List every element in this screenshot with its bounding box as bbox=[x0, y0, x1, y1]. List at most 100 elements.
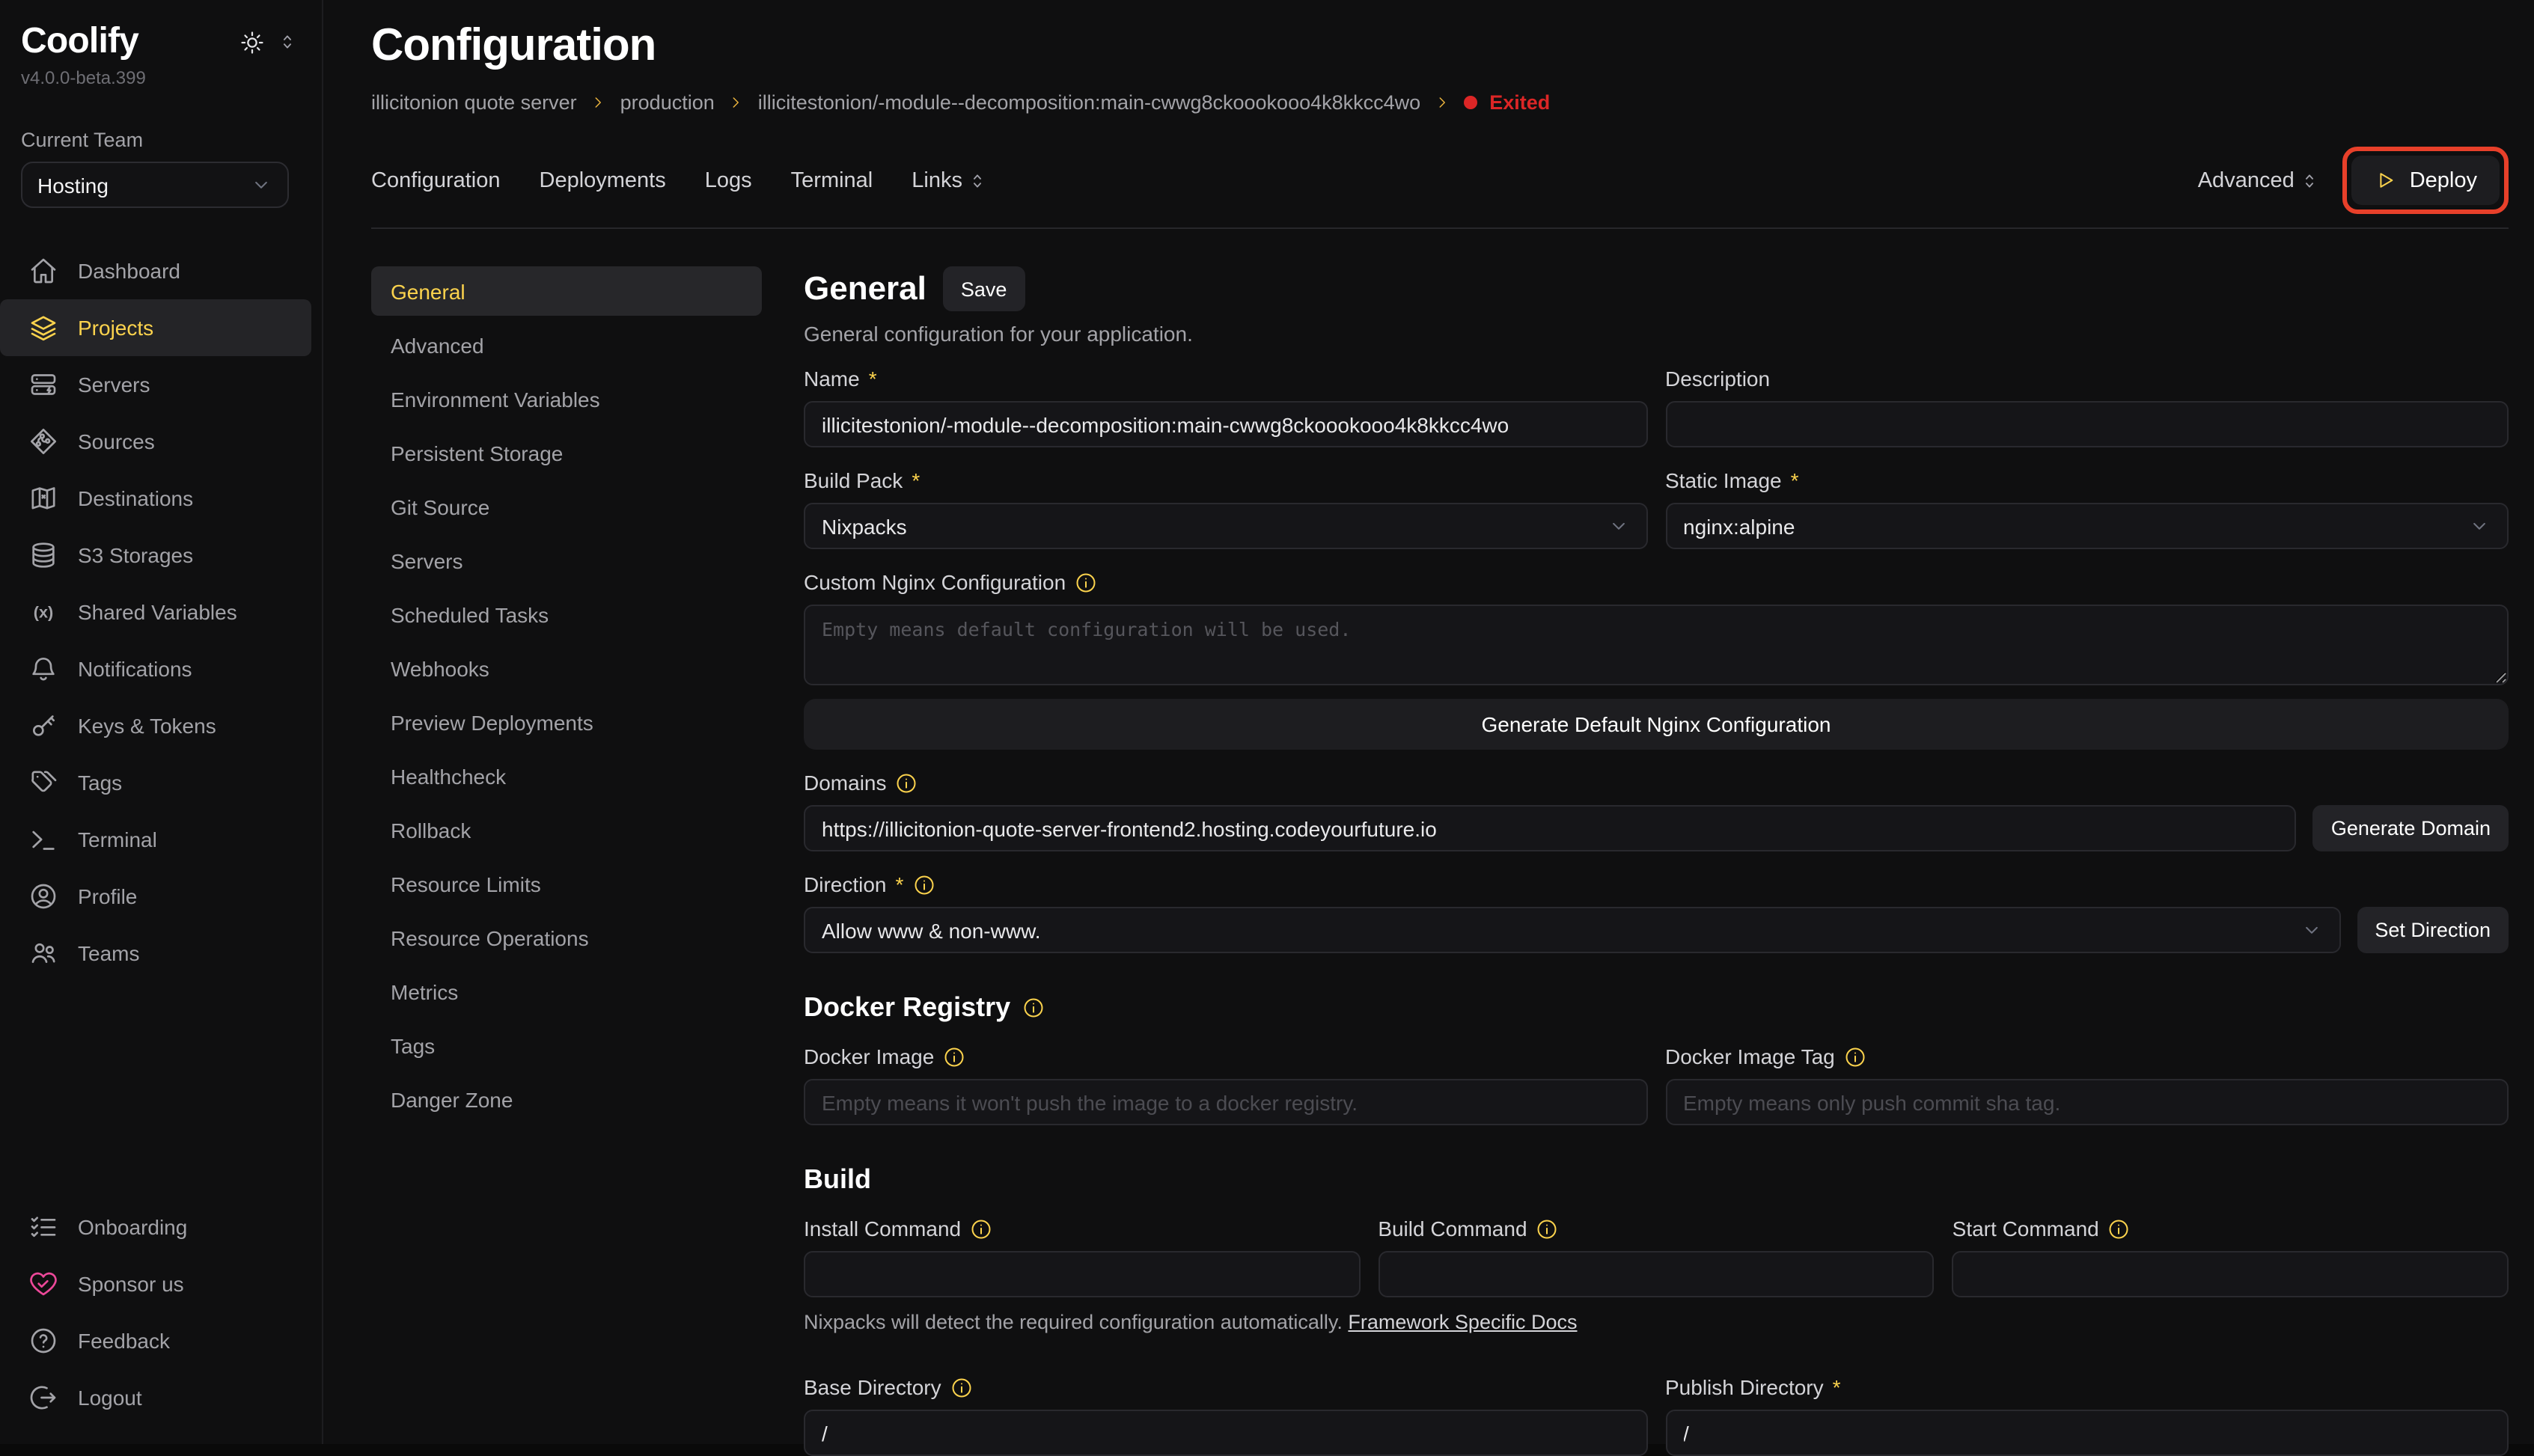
subnav-item[interactable]: Tags bbox=[371, 1021, 762, 1070]
name-input[interactable] bbox=[804, 401, 1647, 447]
status-dot bbox=[1464, 96, 1477, 109]
subnav-item[interactable]: Healthcheck bbox=[371, 751, 762, 801]
docker-image-tag-input[interactable] bbox=[1665, 1079, 2509, 1125]
info-icon[interactable] bbox=[1022, 997, 1045, 1019]
docker-image-field-group: Docker Image bbox=[804, 1024, 1647, 1125]
main-area: Configuration illicitonion quote server … bbox=[323, 0, 2534, 1444]
domains-input[interactable] bbox=[804, 805, 2297, 851]
general-section-head: General Save bbox=[804, 266, 2509, 311]
team-select[interactable]: Hosting bbox=[21, 162, 289, 208]
description-input[interactable] bbox=[1665, 401, 2509, 447]
breadcrumb-link[interactable]: production bbox=[620, 91, 715, 114]
tab[interactable]: Logs bbox=[705, 168, 752, 192]
info-icon[interactable] bbox=[1844, 1045, 1866, 1068]
chevrons-up-down-icon[interactable] bbox=[277, 31, 298, 52]
subnav-item[interactable]: Servers bbox=[371, 536, 762, 585]
custom-nginx-textarea[interactable] bbox=[804, 605, 2509, 685]
subnav-item-label: General bbox=[391, 279, 465, 303]
subnav-item[interactable]: Advanced bbox=[371, 320, 762, 370]
sidebar-item-label: Keys & Tokens bbox=[78, 714, 216, 738]
info-icon[interactable] bbox=[943, 1045, 965, 1068]
sidebar-footer-item[interactable]: Onboarding bbox=[0, 1199, 311, 1255]
build-pack-select[interactable]: Nixpacks bbox=[804, 503, 1647, 549]
info-icon[interactable] bbox=[970, 1217, 992, 1240]
subnav-item[interactable]: Scheduled Tasks bbox=[371, 590, 762, 639]
tab[interactable]: Links bbox=[912, 168, 988, 192]
sidebar-footer-item[interactable]: Feedback bbox=[0, 1312, 311, 1369]
direction-value: Allow www & non-www. bbox=[822, 918, 1041, 942]
direction-select[interactable]: Allow www & non-www. bbox=[804, 907, 2340, 953]
info-icon[interactable] bbox=[1075, 571, 1097, 593]
generate-nginx-button[interactable]: Generate Default Nginx Configuration bbox=[804, 699, 2509, 750]
publish-directory-input[interactable] bbox=[1665, 1410, 2509, 1456]
build-command-input[interactable] bbox=[1378, 1251, 1934, 1297]
sidebar-item[interactable]: Sources bbox=[0, 413, 311, 470]
subnav-item[interactable]: Persistent Storage bbox=[371, 428, 762, 477]
publish-directory-field-group: Publish Directory * bbox=[1665, 1354, 2509, 1456]
breadcrumb-link[interactable]: illicitonion quote server bbox=[371, 91, 577, 114]
sidebar-footer-item[interactable]: Sponsor us bbox=[0, 1255, 311, 1312]
info-icon[interactable] bbox=[2108, 1217, 2131, 1240]
set-direction-button[interactable]: Set Direction bbox=[2357, 907, 2509, 953]
tab[interactable]: Configuration bbox=[371, 168, 501, 192]
subnav-item[interactable]: Git Source bbox=[371, 482, 762, 531]
sidebar-item[interactable]: Dashboard bbox=[0, 242, 311, 299]
generate-domain-button[interactable]: Generate Domain bbox=[2313, 805, 2509, 851]
sidebar-item[interactable]: Profile bbox=[0, 868, 311, 925]
subnav-item[interactable]: Metrics bbox=[371, 967, 762, 1016]
description-label: Description bbox=[1665, 367, 2509, 391]
subnav-item-label: Persistent Storage bbox=[391, 441, 563, 465]
sidebar-item-label: Profile bbox=[78, 884, 137, 908]
sidebar-item[interactable]: Terminal bbox=[0, 811, 311, 868]
start-command-input[interactable] bbox=[1953, 1251, 2509, 1297]
sidebar-item[interactable]: Destinations bbox=[0, 470, 311, 527]
tab-label: Links bbox=[912, 168, 962, 192]
general-heading: General bbox=[804, 269, 926, 308]
subnav-item-label: Servers bbox=[391, 548, 462, 572]
subnav-item[interactable]: General bbox=[371, 266, 762, 316]
info-icon[interactable] bbox=[950, 1376, 973, 1398]
sidebar-item[interactable]: Notifications bbox=[0, 640, 311, 697]
breadcrumb-link[interactable]: illicitestonion/-module--decomposition:m… bbox=[758, 91, 1420, 114]
info-icon[interactable] bbox=[912, 873, 935, 896]
subnav-item[interactable]: Danger Zone bbox=[371, 1074, 762, 1124]
tabs-right-actions: Advanced Deploy bbox=[2198, 147, 2509, 214]
tab[interactable]: Deployments bbox=[540, 168, 666, 192]
subnav-item-label: Webhooks bbox=[391, 656, 489, 680]
sidebar-footer-label: Feedback bbox=[78, 1329, 170, 1353]
subnav-item[interactable]: Resource Operations bbox=[371, 913, 762, 962]
subnav-item[interactable]: Rollback bbox=[371, 805, 762, 854]
subnav-item[interactable]: Webhooks bbox=[371, 643, 762, 693]
static-image-select[interactable]: nginx:alpine bbox=[1665, 503, 2509, 549]
sidebar-item[interactable]: S3 Storages bbox=[0, 527, 311, 584]
theme-sun-icon[interactable] bbox=[239, 29, 265, 55]
deploy-button[interactable]: Deploy bbox=[2351, 156, 2500, 205]
docker-image-input[interactable] bbox=[804, 1079, 1647, 1125]
base-directory-input[interactable] bbox=[804, 1410, 1647, 1456]
sidebar-item[interactable]: Teams bbox=[0, 925, 311, 982]
sidebar-footer-item[interactable]: Logout bbox=[0, 1369, 311, 1426]
subnav-item[interactable]: Resource Limits bbox=[371, 859, 762, 908]
sidebar-item[interactable]: Tags bbox=[0, 754, 311, 811]
sidebar-item[interactable]: Servers bbox=[0, 356, 311, 413]
sidebar-item[interactable]: Projects bbox=[0, 299, 311, 356]
install-command-input[interactable] bbox=[804, 1251, 1360, 1297]
docker-registry-heading: Docker Registry bbox=[804, 992, 2509, 1024]
feedback-help-icon bbox=[28, 1326, 58, 1356]
tab[interactable]: Terminal bbox=[791, 168, 873, 192]
sidebar-item[interactable]: Shared Variables bbox=[0, 584, 311, 640]
save-button[interactable]: Save bbox=[943, 266, 1025, 311]
subnav-item[interactable]: Environment Variables bbox=[371, 374, 762, 423]
framework-docs-link[interactable]: Framework Specific Docs bbox=[1348, 1311, 1577, 1333]
nixpacks-note: Nixpacks will detect the required config… bbox=[804, 1311, 2509, 1333]
sidebar-item[interactable]: Keys & Tokens bbox=[0, 697, 311, 754]
team-select-value: Hosting bbox=[37, 173, 109, 197]
description-field-group: Description bbox=[1665, 346, 2509, 447]
chevrons-up-down-icon bbox=[967, 170, 988, 191]
info-icon[interactable] bbox=[896, 771, 918, 794]
info-icon[interactable] bbox=[1536, 1217, 1559, 1240]
subnav-item-label: Rollback bbox=[391, 818, 471, 842]
advanced-dropdown[interactable]: Advanced bbox=[2198, 168, 2320, 192]
subnav-item[interactable]: Preview Deployments bbox=[371, 697, 762, 747]
bell-icon bbox=[28, 654, 58, 684]
